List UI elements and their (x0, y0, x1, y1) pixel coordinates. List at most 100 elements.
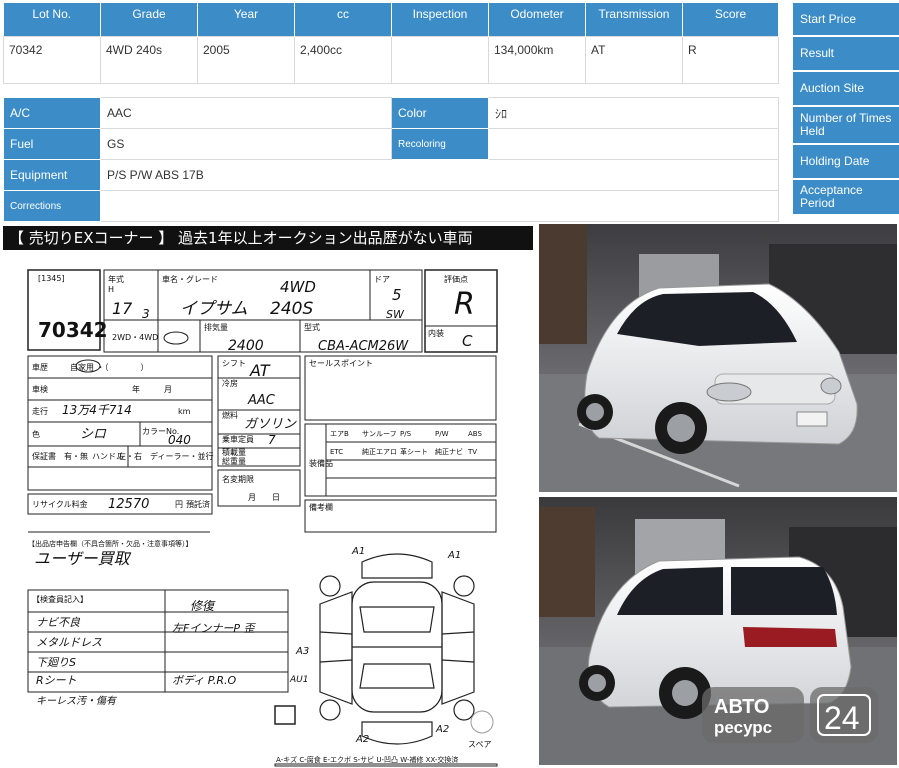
equip-item-leather: 革シート (400, 447, 428, 456)
detail-row-ac: A/C AAC Color ｼﾛ (3, 97, 779, 129)
color-value: ｼﾛ (488, 97, 779, 129)
sheet-mileage-unit: km (178, 407, 191, 416)
corrections-value (100, 190, 779, 222)
car-photo-front[interactable] (539, 224, 897, 492)
spare-tire-icon (470, 710, 494, 734)
detail-row-corrections: Corrections (3, 190, 779, 222)
diagram-mark-1: A1 (351, 546, 365, 557)
sheet-mileage-written: 13万4千714 (62, 403, 132, 417)
fuel-value: GS (100, 128, 392, 160)
sheet-inspector-label: 【検査員記入】 (32, 594, 88, 604)
sheet-body-written: SW (386, 308, 405, 321)
header-cc: cc (294, 3, 392, 36)
equipment-value: P/S P/W ABS 17B (100, 159, 779, 191)
sheet-recycle-status: 預託済 (186, 499, 210, 509)
detail-row-fuel: Fuel GS Recoloring (3, 128, 779, 160)
sidebar-item-acceptance-period[interactable]: Acceptance Period (793, 180, 899, 216)
sheet-type-written: CBA-ACM26W (318, 339, 409, 354)
sidebar-item-start-price[interactable]: Start Price (793, 3, 899, 37)
sheet-door-label: ドア (374, 275, 390, 284)
cell-lot-no: 70342 (3, 35, 101, 84)
equip-item-navi: 純正ナビ (435, 447, 463, 456)
equip-item-ps: P/S (400, 430, 412, 438)
inspector-note-1: ナビ不良 (36, 616, 81, 629)
inspector-right-3: ボディ P.R.O (172, 674, 236, 687)
header-year: Year (197, 3, 295, 36)
lot-details-table: A/C AAC Color ｼﾛ Fuel GS Recoloring Equi… (3, 97, 779, 222)
diagram-mark-6: A2 (435, 724, 449, 735)
sheet-warranty-value: 有・無 (64, 451, 88, 461)
sheet-lot-code: [1345] (38, 274, 65, 283)
sheet-spare-label: スペア (468, 740, 491, 749)
sidebar-item-holding-date[interactable]: Holding Date (793, 145, 899, 180)
diagram-mark-5: A2 (355, 734, 369, 745)
auction-sheet-form: [1345] 年式 H 車名・グレード ドア 評価点 内装 2WD・4WD 排気… (27, 269, 498, 767)
fuel-label: Fuel (3, 128, 101, 160)
auction-sheet[interactable]: 【 売切りEXコーナー 】 過去1年以上オークション出品歴がない車両 [1345… (0, 224, 536, 768)
header-odometer: Odometer (488, 3, 586, 36)
sheet-steering-value: 左・右 (118, 451, 142, 461)
equip-item-pw: P/W (435, 430, 449, 438)
sheet-displacement-written: 2400 (228, 338, 264, 354)
sidebar-item-number-of-times-held[interactable]: Number of Times Held (793, 107, 899, 145)
sheet-name-label: 車名・グレード (162, 274, 218, 284)
watermark-brand-bottom: ресурс (714, 718, 772, 737)
sheet-model-written: イプサム (180, 299, 248, 319)
cell-score: R (682, 35, 779, 84)
car-damage-diagram (319, 553, 475, 745)
cell-transmission: AT (585, 35, 683, 84)
equip-item-airbag: エアB (330, 430, 349, 438)
sheet-inspection-value: 年 月 (132, 384, 172, 394)
sheet-shift-written: AT (249, 361, 271, 380)
lot-header-row: Lot No. Grade Year cc Inspection Odomete… (3, 3, 779, 36)
equip-item-abs: ABS (468, 430, 482, 438)
sheet-color-no-written: 040 (168, 433, 191, 447)
watermark-brand-top: АВТО (714, 696, 769, 718)
equip-item-etc: ETC (330, 448, 343, 456)
header-inspection: Inspection (391, 3, 489, 36)
sheet-history-label: 車歴 (32, 362, 48, 372)
sheet-drive-options: 2WD・4WD (112, 333, 158, 342)
header-score: Score (682, 3, 779, 36)
sheet-sales-point-label: セールスポイント (309, 359, 373, 368)
sidebar-item-result[interactable]: Result (793, 37, 899, 72)
sheet-year-written: 17 (112, 299, 133, 318)
sheet-history-value: 自家用 ・（ ） (70, 362, 149, 372)
sheet-score-label: 評価点 (444, 274, 468, 284)
watermark-logo: АВТО ресурс 24 (702, 685, 880, 745)
sidebar: Start Price Result Auction Site Number o… (793, 3, 899, 216)
sheet-inspection-label: 車検 (32, 384, 48, 394)
cell-inspection (391, 35, 489, 84)
header-grade: Grade (100, 3, 198, 36)
sheet-fuel-label: 燃料 (222, 410, 238, 420)
detail-row-equipment: Equipment P/S P/W ABS 17B (3, 159, 779, 191)
watermark-number: 24 (824, 700, 860, 736)
sheet-mileage-label: 走行 (32, 406, 48, 416)
sheet-color-written: シロ (80, 427, 107, 442)
lot-data-row: 70342 4WD 240s 2005 2,400cc 134,000km AT… (3, 35, 779, 84)
sheet-color-label: 色 (32, 429, 40, 439)
inspector-note-3: 下廻りS (36, 656, 76, 669)
equipment-label: Equipment (3, 159, 101, 191)
corrections-label: Corrections (3, 190, 101, 222)
sidebar-item-auction-site[interactable]: Auction Site (793, 72, 899, 107)
sheet-loading-label: 積載量 (222, 447, 246, 457)
sheet-capacity-written: 7 (268, 433, 276, 447)
diagram-mark-4: AU1 (289, 675, 308, 685)
equip-item-tv: TV (467, 448, 477, 456)
sheet-lot-number: 70342 (38, 318, 108, 342)
sheet-warranty-label: 保証書 (32, 451, 56, 461)
sheet-recycle-unit: 円 (175, 500, 183, 509)
sheet-type-label: 型式 (304, 322, 320, 332)
sheet-interior-label: 内装 (428, 328, 444, 338)
sheet-month-written: 3 (142, 307, 150, 321)
sheet-cert-label: 名変期限 (222, 474, 254, 484)
recoloring-value (488, 128, 779, 160)
inspector-right-1: 修復 (190, 599, 216, 613)
sheet-drive-written: 4WD (280, 278, 316, 296)
sheet-cert-value: 月 日 (248, 493, 280, 502)
sheet-year-label: 年式 (108, 274, 124, 284)
sheet-equip-label: 装備品 (309, 458, 333, 468)
recoloring-label: Recoloring (391, 128, 489, 160)
inspector-note-4: Rシート (36, 674, 77, 687)
